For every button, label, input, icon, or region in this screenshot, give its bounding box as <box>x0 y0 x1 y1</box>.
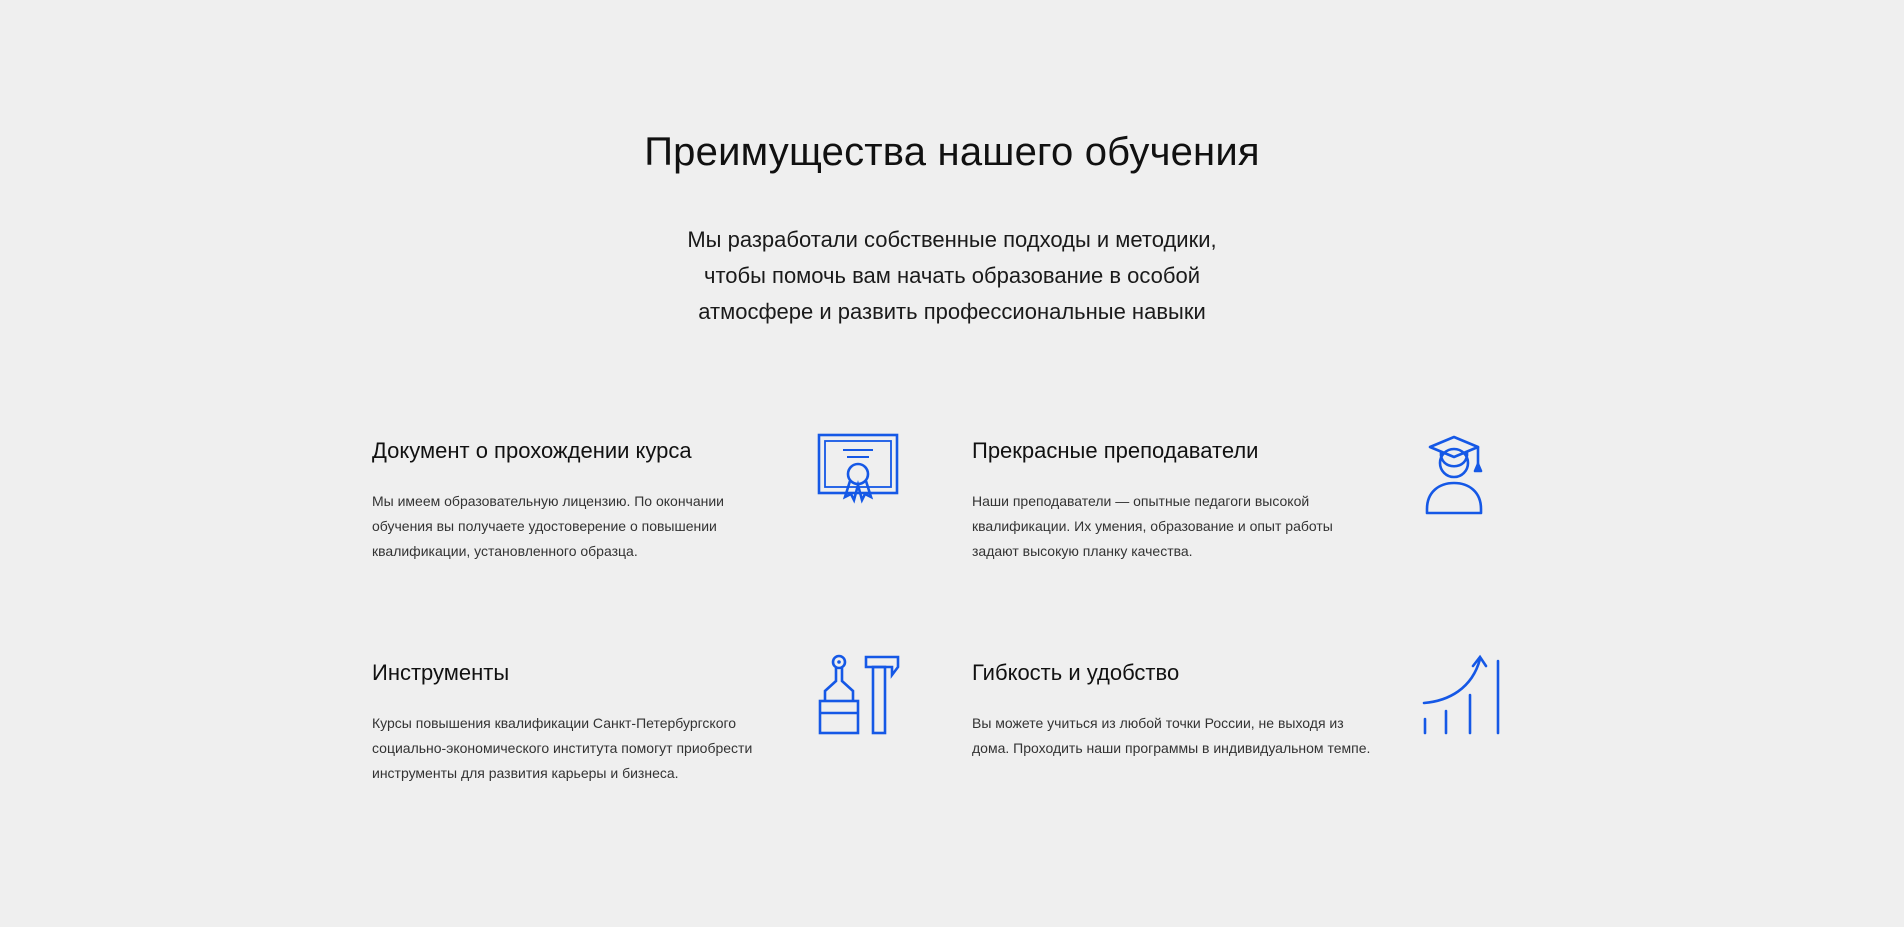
subtitle-line: атмосфере и развить профессиональные нав… <box>698 299 1206 324</box>
feature-text: Наши преподаватели — опытные педагоги вы… <box>972 493 1333 559</box>
feature-title: Инструменты <box>372 660 510 685</box>
growth-chart-icon <box>1420 653 1504 737</box>
feature-title: Гибкость и удобство <box>972 660 1180 685</box>
feature-title: Прекрасные преподаватели <box>972 438 1259 463</box>
section-subtitle: Мы разработали собственные подходы и мет… <box>652 222 1252 330</box>
tools-brush-hammer-icon <box>816 653 900 737</box>
certificate-icon <box>816 431 900 515</box>
feature-card-certificate: Документ о прохождении курса Мы имеем об… <box>372 433 932 597</box>
feature-text: Вы можете учиться из любой точки России,… <box>972 715 1371 756</box>
feature-text: Курсы повышения квалификации Санкт-Петер… <box>372 715 753 781</box>
feature-title: Документ о прохождении курса <box>372 438 692 463</box>
graduate-teacher-icon <box>1420 431 1504 515</box>
feature-card-flexibility: Гибкость и удобство Вы можете учиться из… <box>972 654 1532 819</box>
feature-text: Мы имеем образовательную лицензию. По ок… <box>372 493 724 559</box>
section-title: Преимущества нашего обучения <box>644 130 1260 174</box>
advantages-section: Преимущества нашего обучения Мы разработ… <box>0 0 1904 927</box>
subtitle-line: чтобы помочь вам начать образование в ос… <box>703 263 1201 288</box>
feature-card-tools: Инструменты Курсы повышения квалификации… <box>372 654 932 819</box>
subtitle-line: Мы разработали собственные подходы и мет… <box>687 227 1217 252</box>
feature-card-teachers: Прекрасные преподаватели Наши преподават… <box>972 435 1532 597</box>
